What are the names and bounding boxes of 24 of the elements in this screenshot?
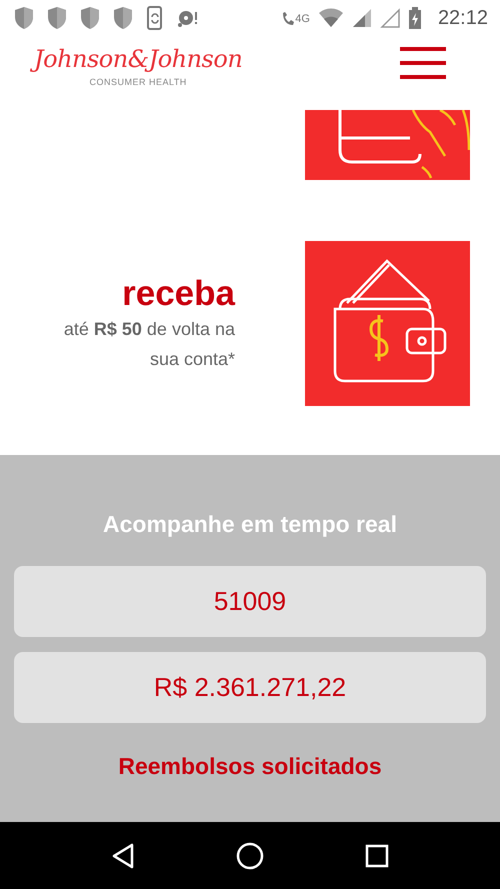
counter-panel: R$ 2.361.271,22 (14, 652, 486, 723)
shield-icon (113, 6, 133, 30)
phone-sync-icon (146, 6, 164, 30)
signal-empty-icon (380, 8, 400, 28)
recents-icon[interactable] (365, 844, 390, 868)
battery-icon (408, 7, 422, 29)
shield-icon (14, 6, 34, 30)
tracker-caption: Reembolsos solicitados (118, 753, 382, 780)
menu-icon (400, 47, 446, 79)
promo-text: até R$ 50 de volta na sua conta* (62, 318, 235, 370)
network-label: 4G (295, 12, 310, 24)
signal-icon (352, 8, 372, 28)
logo-subtitle: CONSUMER HEALTH (89, 77, 187, 87)
shield-icon (80, 6, 100, 30)
counter-panel: 51009 (14, 566, 486, 637)
wifi-icon (318, 8, 344, 28)
clock-time: 22:12 (438, 6, 488, 30)
tracker-title: Acompanhe em tempo real (103, 511, 397, 538)
promo-headline: receba (122, 274, 235, 314)
call-icon (281, 9, 296, 27)
back-icon[interactable] (110, 842, 135, 868)
home-icon[interactable] (236, 842, 264, 870)
menu-button[interactable] (400, 47, 446, 79)
shield-icon (47, 6, 67, 30)
